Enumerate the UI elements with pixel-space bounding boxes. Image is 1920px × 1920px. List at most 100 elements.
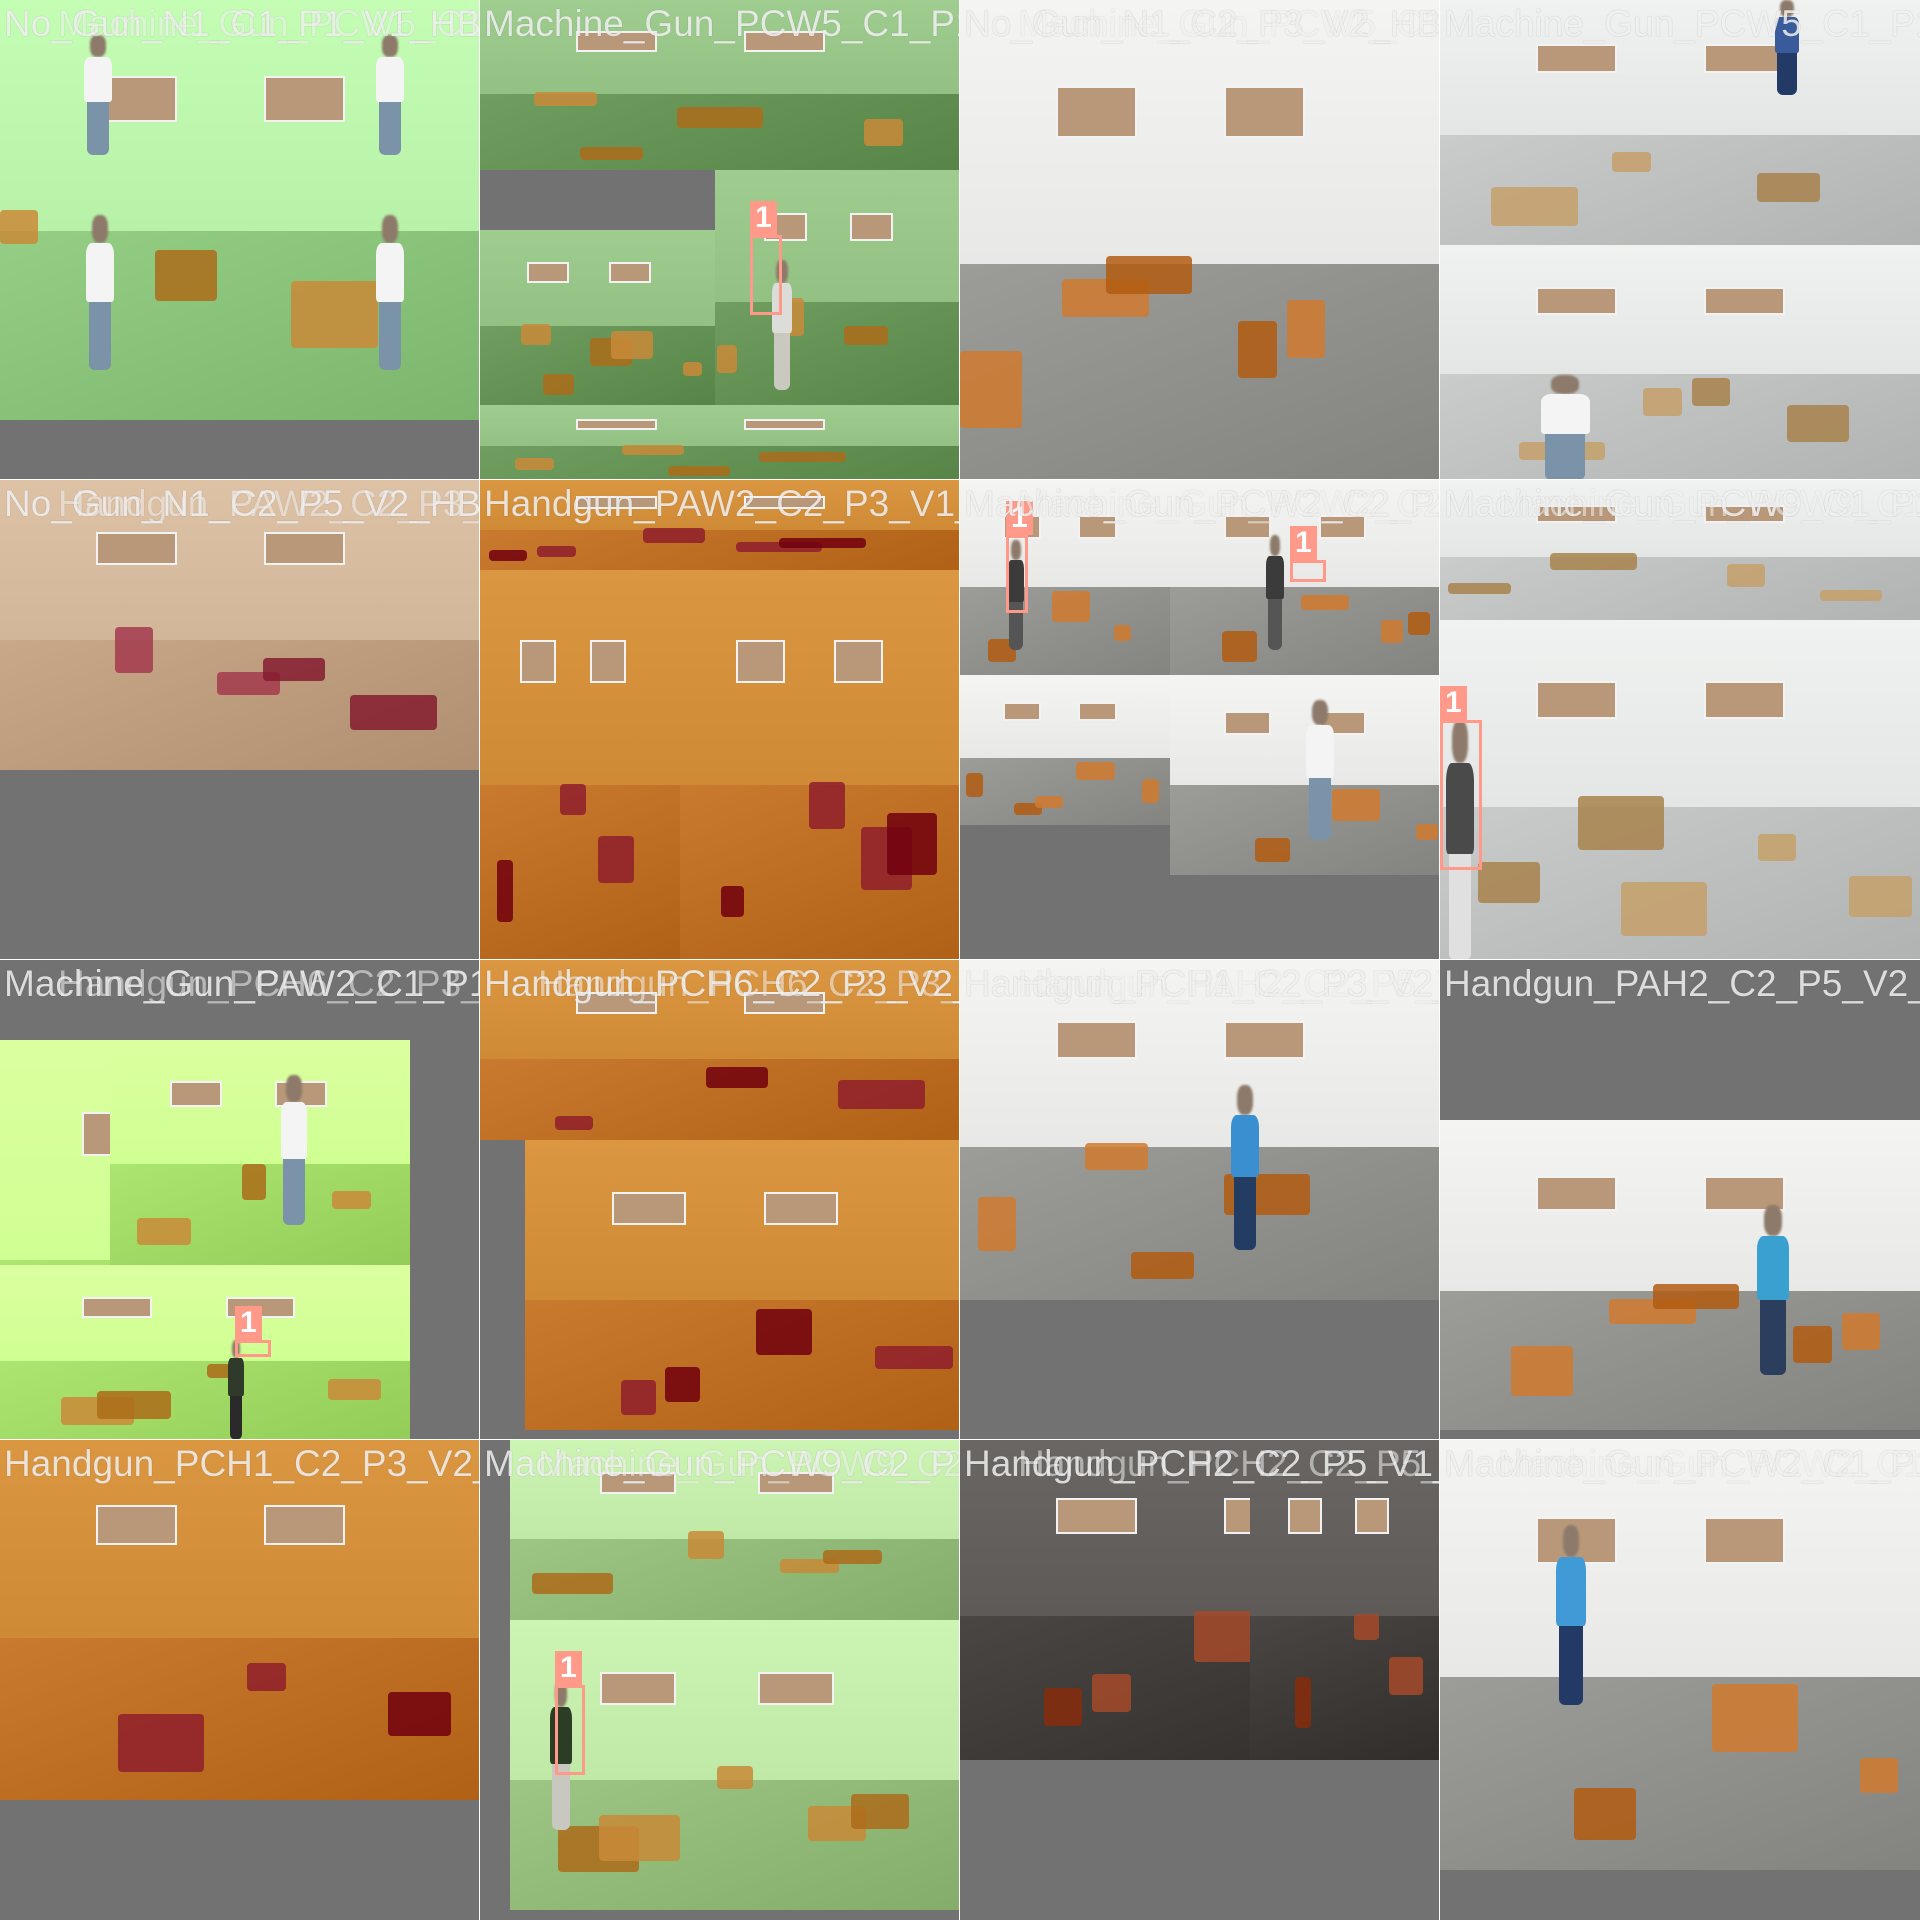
- tile-caption-overlap: Handgun_PAH2_C2_P5_V2: [1018, 963, 1440, 1004]
- detection-label: 1: [555, 1651, 582, 1685]
- detection-box: [235, 1340, 271, 1357]
- wall-picture: [736, 640, 785, 684]
- wall-picture: [1536, 287, 1617, 315]
- wall-picture: [1704, 287, 1785, 315]
- wall: [1440, 1120, 1920, 1291]
- furniture: [874, 1346, 953, 1370]
- wall: [1440, 245, 1920, 375]
- furniture: [263, 658, 326, 682]
- furniture: [1643, 388, 1682, 417]
- person-legs: [1559, 1625, 1583, 1705]
- furniture: [1085, 1142, 1148, 1170]
- furniture: [676, 107, 764, 128]
- wall: [110, 1040, 410, 1164]
- furniture: [1300, 594, 1350, 611]
- furniture: [665, 1367, 700, 1403]
- wall-picture: [264, 532, 345, 566]
- tile-caption-overlap: Handgun_PAW2_C2_P3_V1: [58, 483, 480, 524]
- wall-picture: [757, 1672, 834, 1706]
- wall-picture: [96, 532, 177, 566]
- furniture: [1141, 778, 1160, 803]
- detection-label: 1: [235, 1306, 262, 1340]
- wall-picture: [1078, 702, 1117, 721]
- furniture: [1415, 823, 1438, 840]
- furniture: [838, 1079, 925, 1109]
- person-figure: [80, 215, 120, 370]
- mosaic-tile: Handgun_PAH2_C2_P5_V2_HB_1_frame_0231.jp…: [1439, 959, 1920, 1441]
- furniture: [580, 146, 643, 161]
- wall-picture: [1056, 86, 1137, 139]
- furniture: [621, 445, 685, 456]
- wall-picture: [1704, 1517, 1785, 1565]
- furniture: [611, 331, 654, 360]
- wall-picture: [520, 640, 556, 684]
- furniture: [886, 812, 938, 875]
- person-torso: [1231, 1114, 1259, 1178]
- mosaic-tile: Machine_Gun_PCW5_C1_P1_V1_HB_1_frame_002…: [1439, 0, 1920, 481]
- furniture: [717, 344, 737, 374]
- camera-frame: [1250, 1440, 1440, 1760]
- tile-caption: Machine_Gun_PCW5_C1_P1_V1_HB_1_frame_002…: [1444, 3, 1920, 44]
- wall-picture: [1704, 681, 1785, 720]
- wall-picture: [264, 75, 345, 122]
- wall-picture: [600, 1672, 676, 1706]
- floor: [715, 302, 960, 410]
- mosaic-tile: 1Machine_Gun_PCW9_C2_P1_V2_HB_3_frame_01…: [479, 1439, 961, 1920]
- wall-picture: [82, 1296, 152, 1318]
- person-head: [286, 1075, 302, 1102]
- furniture: [755, 1308, 813, 1355]
- furniture: [0, 210, 39, 244]
- detection-box: [1006, 535, 1028, 613]
- furniture: [1408, 611, 1431, 635]
- person-torso: [376, 242, 404, 302]
- person-head: [1562, 1525, 1580, 1558]
- person-torso: [1556, 1557, 1586, 1626]
- person-torso: [1265, 555, 1285, 600]
- tile-caption: Handgun_PAW2_C2_P3_V1_HB_1_frame_0025.jp…: [484, 483, 960, 524]
- furniture: [1286, 300, 1326, 358]
- camera-frame: [960, 0, 1440, 480]
- furniture: [1114, 625, 1132, 641]
- furniture: [537, 546, 576, 557]
- mosaic-tile: Machine_Gun_PCW2_C1_P1_V2_HB_2_frame_008…: [1439, 1439, 1920, 1920]
- furniture: [1612, 152, 1651, 172]
- mosaic-tile: 1Machine_Gun_PAW2_C1_P1_V1_HB_1_frame_00…: [0, 959, 481, 1441]
- detection-box: [555, 1685, 585, 1775]
- person-legs: [774, 332, 790, 390]
- furniture: [1092, 1673, 1131, 1713]
- wall-picture: [527, 261, 569, 283]
- floor: [960, 264, 1440, 480]
- mosaic-tile: Handgun_PCH6_C2_P3_V2_HB_1_frame_0020.jp…: [479, 959, 961, 1441]
- person-legs: [1267, 599, 1283, 650]
- wall: [1440, 620, 1920, 807]
- person-figure: [370, 35, 410, 155]
- person-figure: [78, 35, 118, 155]
- person-legs: [86, 102, 110, 155]
- detection-label: 1: [1440, 686, 1467, 720]
- wall-picture: [1288, 1497, 1323, 1534]
- furniture: [331, 1190, 371, 1209]
- wall-picture: [1224, 86, 1305, 139]
- furniture: [1388, 1657, 1423, 1696]
- person-head: [1551, 375, 1579, 394]
- person-torso: [228, 1358, 244, 1396]
- furniture: [1849, 876, 1912, 918]
- furniture: [496, 860, 513, 923]
- person-torso: [376, 56, 404, 103]
- furniture: [1051, 591, 1091, 623]
- camera-frame: [960, 675, 1175, 825]
- person-legs: [1308, 778, 1332, 840]
- wall-picture: [1056, 1497, 1137, 1534]
- wall-picture: [576, 418, 657, 430]
- furniture: [1238, 320, 1277, 379]
- furniture: [1859, 1758, 1898, 1793]
- person-torso: [1306, 725, 1334, 779]
- furniture: [118, 1713, 205, 1772]
- furniture: [683, 362, 703, 377]
- person-figure: [1750, 1205, 1796, 1375]
- furniture: [291, 280, 378, 348]
- detection-box: [750, 235, 782, 315]
- furniture: [1793, 1326, 1832, 1364]
- wall-picture: [264, 1504, 345, 1545]
- camera-frame: [480, 230, 715, 405]
